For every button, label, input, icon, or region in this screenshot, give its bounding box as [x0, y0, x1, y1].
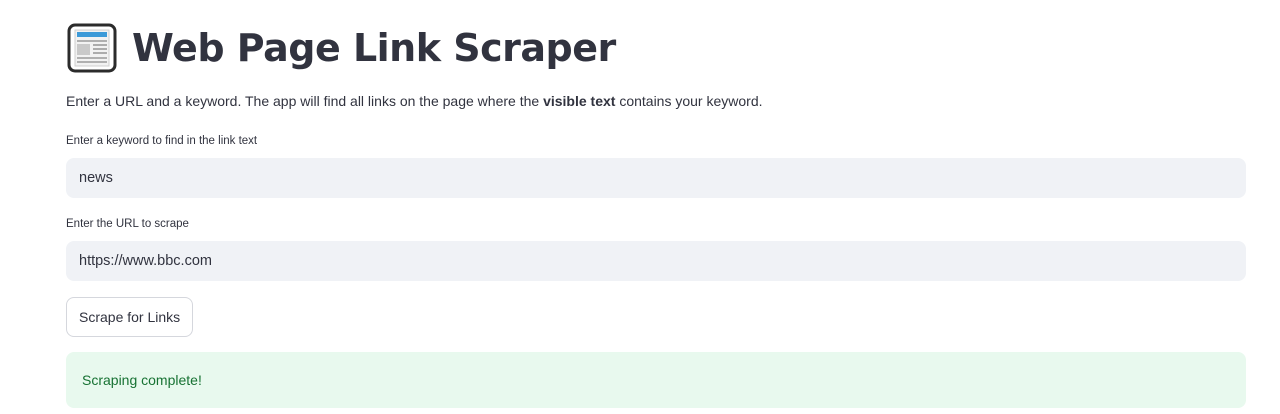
intro-bold: visible text [543, 93, 616, 109]
page-header: Web Page Link Scraper [66, 18, 616, 78]
success-alert: Scraping complete! [66, 352, 1246, 408]
scrape-button[interactable]: Scrape for Links [66, 297, 194, 337]
keyword-input[interactable]: news [66, 158, 1246, 198]
success-message: Scraping complete! [82, 372, 202, 388]
page-title: Web Page Link Scraper [132, 26, 616, 70]
url-label: Enter the URL to scrape [66, 218, 189, 230]
url-input[interactable]: https://www.bbc.com [66, 241, 1246, 281]
newspaper-icon [67, 23, 117, 73]
intro-text: Enter a URL and a keyword. The app will … [66, 93, 763, 109]
keyword-label: Enter a keyword to find in the link text [66, 135, 258, 147]
intro-suffix: contains your keyword. [615, 93, 763, 109]
intro-prefix: Enter a URL and a keyword. The app will … [66, 93, 544, 109]
